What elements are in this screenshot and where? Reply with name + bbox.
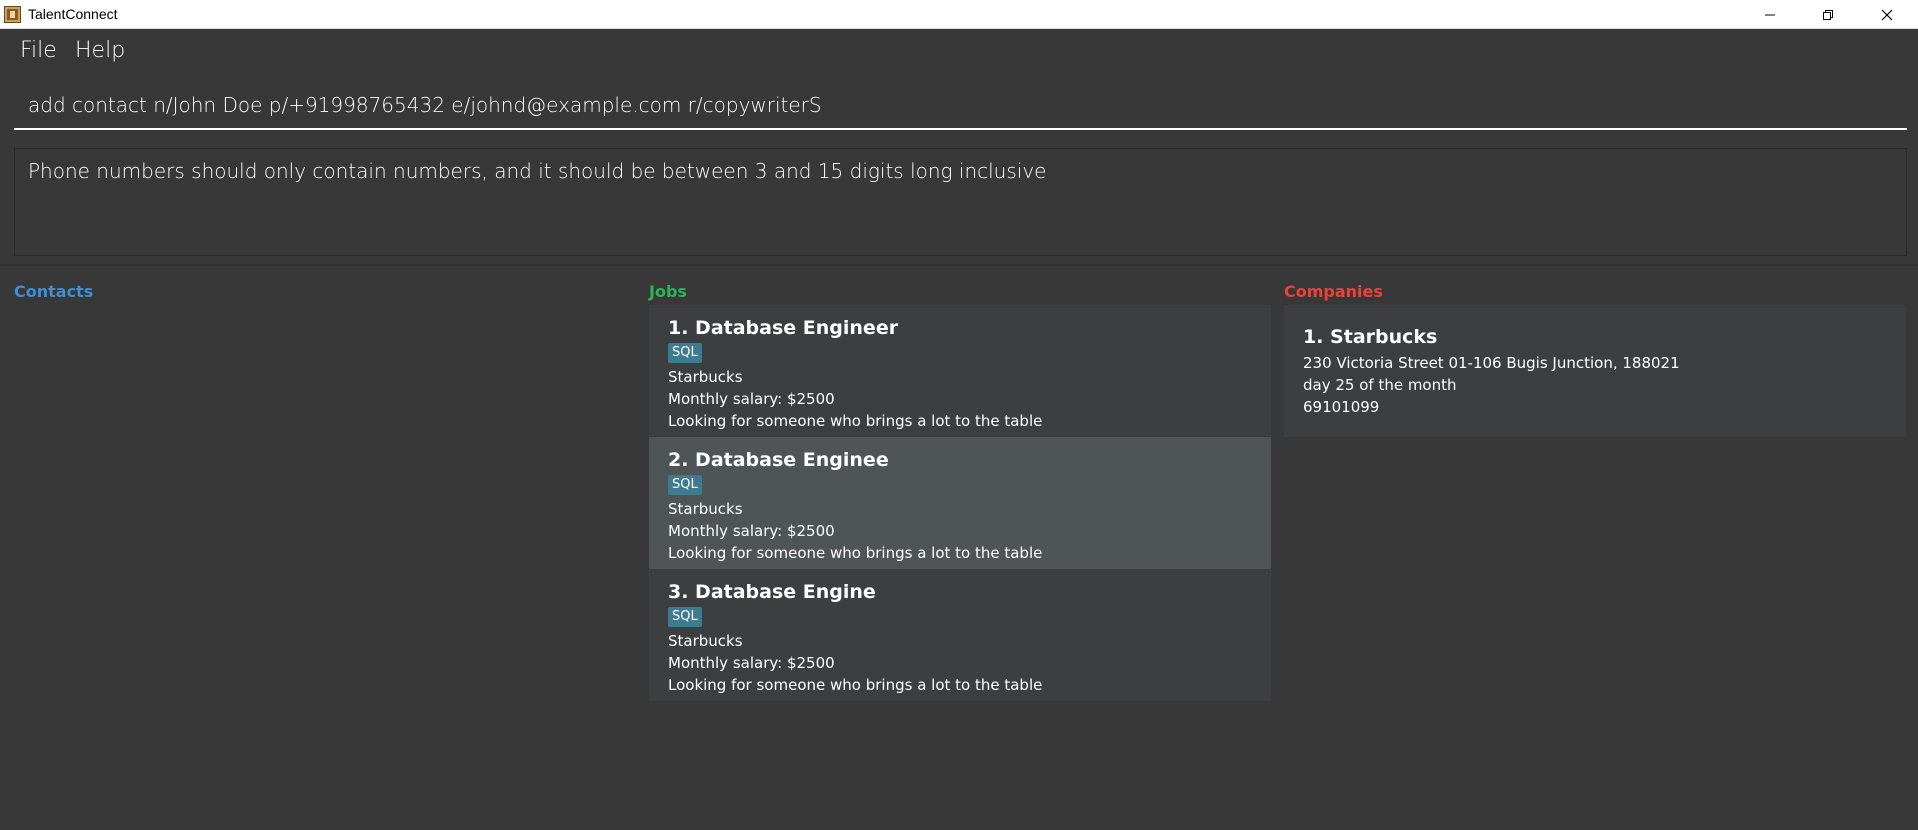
job-company: Starbucks (668, 632, 743, 650)
companies-list: 1. Starbucks 230 Victoria Street 01-106 … (1284, 305, 1906, 437)
company-billing-date: day 25 of the month (1303, 376, 1457, 394)
company-card[interactable]: 1. Starbucks 230 Victoria Street 01-106 … (1284, 305, 1906, 437)
job-title: 1. Database Engineer (668, 317, 899, 339)
company-title: 1. Starbucks (1303, 326, 1438, 348)
app-window: TalentConnect File Help add contact n/Jo… (0, 0, 1918, 830)
job-description: Looking for someone who brings a lot to … (668, 412, 1043, 430)
close-button[interactable] (1858, 0, 1916, 29)
jobs-list: 1. Database Engineer SQL Starbucks Month… (649, 305, 1271, 701)
minimize-button[interactable] (1741, 0, 1799, 29)
job-card-selected[interactable]: 2. Database Enginee SQL Starbucks Monthl… (649, 437, 1271, 569)
company-phone: 69101099 (1303, 398, 1380, 416)
job-tag: SQL (668, 475, 702, 495)
job-salary: Monthly salary: $2500 (668, 390, 835, 408)
job-description: Looking for someone who brings a lot to … (668, 676, 1043, 694)
window-title: TalentConnect (28, 6, 118, 22)
job-tag: SQL (668, 607, 702, 627)
job-description: Looking for someone who brings a lot to … (668, 544, 1043, 562)
contacts-panel-title: Contacts (14, 282, 94, 301)
menu-help[interactable]: Help (75, 38, 125, 63)
companies-panel-title: Companies (1284, 282, 1383, 301)
restore-icon (1823, 9, 1833, 20)
menu-bar: File Help (0, 29, 1918, 71)
result-message: Phone numbers should only contain number… (28, 159, 1047, 183)
command-input[interactable]: add contact n/John Doe p/+91998765432 e/… (14, 82, 1907, 130)
command-input-value: add contact n/John Doe p/+91998765432 e/… (28, 93, 822, 117)
job-salary: Monthly salary: $2500 (668, 654, 835, 672)
restore-button[interactable] (1799, 0, 1857, 29)
job-title: 3. Database Engine (668, 581, 876, 603)
minimize-icon (1765, 14, 1775, 15)
result-display: Phone numbers should only contain number… (14, 148, 1907, 256)
company-address: 230 Victoria Street 01-106 Bugis Junctio… (1303, 354, 1680, 372)
title-bar: TalentConnect (0, 0, 1918, 29)
jobs-panel-title: Jobs (649, 282, 687, 301)
job-title: 2. Database Enginee (668, 449, 889, 471)
job-company: Starbucks (668, 500, 743, 518)
divider (0, 264, 1918, 266)
job-tag: SQL (668, 343, 702, 363)
job-salary: Monthly salary: $2500 (668, 522, 835, 540)
job-card[interactable]: 3. Database Engine SQL Starbucks Monthly… (649, 569, 1271, 701)
app-icon (4, 6, 21, 23)
close-icon (1881, 9, 1893, 20)
job-company: Starbucks (668, 368, 743, 386)
job-card[interactable]: 1. Database Engineer SQL Starbucks Month… (649, 305, 1271, 437)
menu-file[interactable]: File (20, 38, 57, 63)
